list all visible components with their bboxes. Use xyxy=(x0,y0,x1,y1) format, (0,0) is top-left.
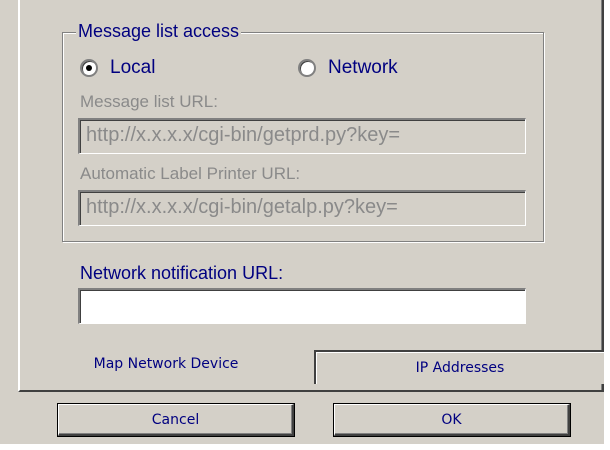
radio-unselected-icon xyxy=(298,59,316,77)
label-printer-url-label: Automatic Label Printer URL: xyxy=(80,164,301,183)
radio-network[interactable]: Network xyxy=(298,57,398,79)
label-printer-url-field[interactable]: http://x.x.x.x/cgi-bin/getalp.py?key= xyxy=(78,190,526,226)
window-edge-right xyxy=(604,0,610,450)
ok-button[interactable]: OK xyxy=(333,403,571,437)
window-edge-bottom xyxy=(0,444,610,450)
network-notification-url-label: Network notification URL: xyxy=(80,263,284,283)
network-notification-url-field[interactable] xyxy=(78,288,526,324)
group-title: Message list access xyxy=(76,20,242,42)
radio-local[interactable]: Local xyxy=(80,57,155,79)
message-list-url-field[interactable]: http://x.x.x.x/cgi-bin/getprd.py?key= xyxy=(78,118,526,154)
radio-selected-icon xyxy=(80,59,98,77)
radio-network-label: Network xyxy=(328,57,398,78)
cancel-button[interactable]: Cancel xyxy=(57,403,295,437)
message-list-url-label: Message list URL: xyxy=(80,92,218,111)
radio-local-label: Local xyxy=(110,57,156,78)
settings-dialog: Message list access Local Network Messag… xyxy=(0,0,610,450)
tab-map-network-device[interactable]: Map Network Device xyxy=(20,342,312,386)
tab-ip-addresses[interactable]: IP Addresses xyxy=(314,350,606,384)
